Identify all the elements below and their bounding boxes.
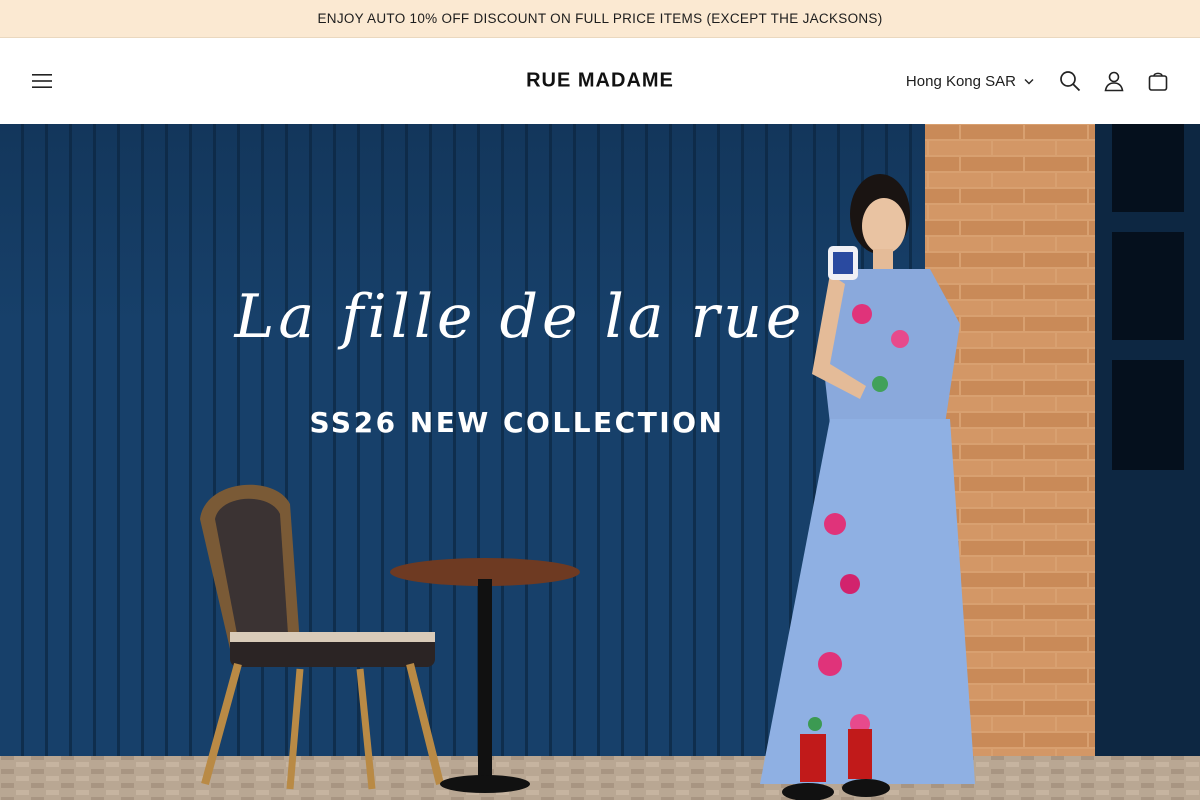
- search-icon[interactable]: [1056, 67, 1084, 95]
- cart-icon[interactable]: [1144, 67, 1172, 95]
- header-tools: Hong Kong SAR: [906, 67, 1172, 95]
- site-logo[interactable]: RUE MADAME: [526, 70, 674, 93]
- announcement-bar: ENJOY AUTO 10% OFF DISCOUNT ON FULL PRIC…: [0, 0, 1200, 38]
- hero-script-title: La fille de la rue: [234, 282, 806, 352]
- announcement-text: ENJOY AUTO 10% OFF DISCOUNT ON FULL PRIC…: [317, 11, 883, 26]
- country-selector[interactable]: Hong Kong SAR: [906, 72, 1034, 90]
- hero-subtitle: SS26 NEW COLLECTION: [309, 406, 725, 439]
- hero-photo: [0, 124, 1200, 800]
- menu-icon[interactable]: [28, 67, 56, 95]
- country-label: Hong Kong SAR: [905, 72, 1016, 90]
- hero-banner[interactable]: La fille de la rue SS26 NEW COLLECTION: [0, 124, 1200, 800]
- account-icon[interactable]: [1100, 67, 1128, 95]
- chevron-down-icon: [1024, 72, 1034, 90]
- site-header: RUE MADAME Hong Kong SAR: [0, 38, 1200, 124]
